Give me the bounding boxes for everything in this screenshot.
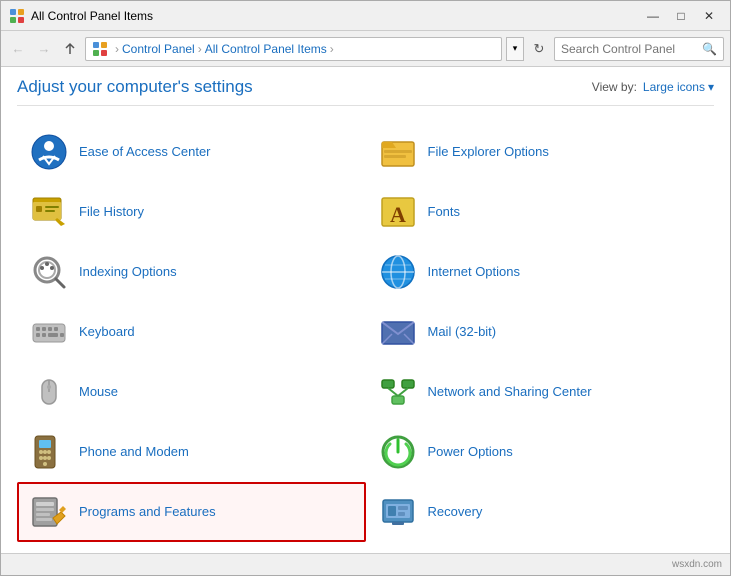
up-button[interactable] — [59, 38, 81, 60]
mouse-label: Mouse — [79, 384, 118, 401]
item-indexing-options[interactable]: Indexing Options — [17, 242, 366, 302]
page-header: Adjust your computer's settings View by:… — [17, 77, 714, 106]
address-bar: ← → › Control Panel › All Control Panel … — [1, 31, 730, 67]
item-internet-options[interactable]: Internet Options — [366, 242, 715, 302]
item-programs-and-features[interactable]: Programs and Features — [17, 482, 366, 542]
phone-and-modem-label: Phone and Modem — [79, 444, 189, 461]
path-all-items[interactable]: All Control Panel Items — [205, 42, 327, 56]
path-control-panel[interactable]: Control Panel — [122, 42, 195, 56]
left-column: Ease of Access Center — [17, 122, 366, 553]
view-by-dropdown[interactable]: Large icons ▾ — [643, 80, 714, 94]
programs-and-features-icon — [29, 492, 69, 532]
file-history-label: File History — [79, 204, 144, 221]
item-keyboard[interactable]: Keyboard — [17, 302, 366, 362]
back-button[interactable]: ← — [7, 38, 29, 60]
ease-of-access-label: Ease of Access Center — [79, 144, 211, 161]
address-path: › Control Panel › All Control Panel Item… — [85, 37, 502, 61]
window-title: All Control Panel Items — [31, 9, 640, 23]
view-by-arrow: ▾ — [708, 80, 714, 94]
item-fonts[interactable]: A Fonts — [366, 182, 715, 242]
keyboard-icon — [29, 312, 69, 352]
item-region[interactable]: Region — [17, 542, 366, 553]
search-input[interactable] — [561, 42, 702, 56]
view-by-value-text: Large icons — [643, 80, 705, 94]
control-panel-window: All Control Panel Items — □ ✕ ← → › Cont… — [0, 0, 731, 576]
page-title: Adjust your computer's settings — [17, 77, 253, 97]
item-file-history[interactable]: File History — [17, 182, 366, 242]
item-mouse[interactable]: Mouse — [17, 362, 366, 422]
items-grid: Ease of Access Center — [17, 122, 714, 553]
item-phone-and-modem[interactable]: Phone and Modem — [17, 422, 366, 482]
path-sep1: › — [115, 42, 119, 56]
network-and-sharing-center-label: Network and Sharing Center — [428, 384, 592, 401]
mail-label: Mail (32-bit) — [428, 324, 497, 341]
indexing-options-label: Indexing Options — [79, 264, 177, 281]
item-ease-of-access[interactable]: Ease of Access Center — [17, 122, 366, 182]
svg-text:A: A — [390, 202, 406, 227]
window-icon — [9, 8, 25, 24]
file-explorer-options-label: File Explorer Options — [428, 144, 549, 161]
status-bar: wsxdn.com — [1, 553, 730, 575]
refresh-button[interactable]: ↻ — [528, 38, 550, 60]
phone-and-modem-icon — [29, 432, 69, 472]
fonts-icon: A — [378, 192, 418, 232]
keyboard-label: Keyboard — [79, 324, 135, 341]
programs-and-features-label: Programs and Features — [79, 504, 216, 521]
view-by-label: View by: — [592, 80, 637, 94]
title-bar: All Control Panel Items — □ ✕ — [1, 1, 730, 31]
file-explorer-options-icon — [378, 132, 418, 172]
indexing-options-icon — [29, 252, 69, 292]
view-by: View by: Large icons ▾ — [592, 80, 714, 94]
maximize-button[interactable]: □ — [668, 6, 694, 26]
search-icon: 🔍 — [702, 42, 717, 56]
content-area: Adjust your computer's settings View by:… — [1, 67, 730, 553]
power-options-label: Power Options — [428, 444, 513, 461]
item-mail[interactable]: Mail (32-bit) — [366, 302, 715, 362]
item-network-and-sharing-center[interactable]: Network and Sharing Center — [366, 362, 715, 422]
recovery-icon — [378, 492, 418, 532]
power-options-icon — [378, 432, 418, 472]
close-button[interactable]: ✕ — [696, 6, 722, 26]
address-dropdown[interactable]: ▾ — [506, 37, 524, 61]
network-and-sharing-center-icon — [378, 372, 418, 412]
path-sep3: › — [330, 42, 334, 56]
forward-button[interactable]: → — [33, 38, 55, 60]
fonts-label: Fonts — [428, 204, 461, 221]
item-file-explorer-options[interactable]: File Explorer Options — [366, 122, 715, 182]
watermark: wsxdn.com — [672, 559, 722, 570]
ease-of-access-icon — [29, 132, 69, 172]
mail-icon — [378, 312, 418, 352]
internet-options-label: Internet Options — [428, 264, 521, 281]
search-box[interactable]: 🔍 — [554, 37, 724, 61]
path-sep2: › — [198, 42, 202, 56]
item-recovery[interactable]: Recovery — [366, 482, 715, 542]
file-history-icon — [29, 192, 69, 232]
right-column: File Explorer Options A Fonts — [366, 122, 715, 553]
internet-options-icon — [378, 252, 418, 292]
recovery-label: Recovery — [428, 504, 483, 521]
mouse-icon — [29, 372, 69, 412]
item-power-options[interactable]: Power Options — [366, 422, 715, 482]
main-area: Adjust your computer's settings View by:… — [1, 67, 730, 553]
minimize-button[interactable]: — — [640, 6, 666, 26]
item-remoteapp[interactable]: RemoteApp and Desktop Connections — [366, 542, 715, 553]
window-controls: — □ ✕ — [640, 6, 722, 26]
